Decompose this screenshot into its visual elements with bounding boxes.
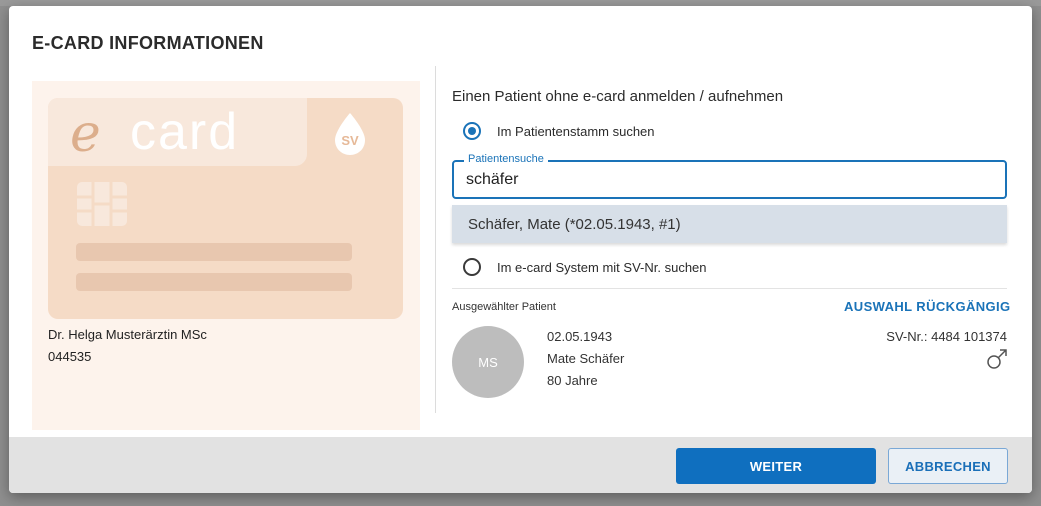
ecard-image: e card SV — [48, 98, 403, 319]
abbrechen-button[interactable]: ABBRECHEN — [888, 448, 1008, 484]
vertical-divider — [435, 66, 436, 413]
section-title: Einen Patient ohne e-card anmelden / auf… — [452, 88, 784, 105]
patient-age: 80 Jahre — [547, 373, 598, 388]
ecard-logo: e card — [48, 98, 307, 166]
horizontal-divider — [452, 288, 1007, 289]
patient-sv-number: SV-Nr.: 4484 101374 — [886, 329, 1007, 344]
svg-text:SV: SV — [341, 133, 359, 148]
radio-option-patientenstamm[interactable]: Im Patientenstamm suchen — [463, 122, 655, 140]
chip-icon — [77, 182, 127, 226]
male-icon — [987, 349, 1007, 369]
card-line-2 — [76, 273, 352, 291]
card-holder-name: Dr. Helga Musterärztin MSc — [48, 327, 207, 342]
radio-option-ecard-system[interactable]: Im e-card System mit SV-Nr. suchen — [463, 258, 707, 276]
selected-patient-label: Ausgewählter Patient — [452, 301, 556, 313]
patient-search-input[interactable] — [466, 171, 986, 189]
radio-label-patientenstamm: Im Patientenstamm suchen — [497, 123, 655, 139]
undo-selection-button[interactable]: AUSWAHL RÜCKGÄNGIG — [844, 299, 1011, 314]
card-holder-number: 044535 — [48, 349, 92, 364]
ecard-dialog: E-CARD INFORMATIONEN e card SV Dr. Helga… — [9, 6, 1032, 493]
patient-name: Mate Schäfer — [547, 351, 625, 366]
card-line-1 — [76, 243, 352, 261]
sv-logo-icon: SV — [335, 113, 365, 155]
patient-birthdate: 02.05.1943 — [547, 329, 613, 344]
ecard-panel: e card SV Dr. Helga Musterärztin MSc 044… — [32, 81, 420, 430]
search-suggestion-item[interactable]: Schäfer, Mate (*02.05.1943, #1) — [452, 205, 1007, 243]
radio-button-unchecked[interactable] — [463, 258, 481, 276]
dialog-footer: WEITER ABBRECHEN — [9, 437, 1032, 493]
ecard-logo-text: card — [130, 103, 240, 161]
ecard-logo-e: e — [70, 104, 101, 164]
search-field-label: Patientensuche — [464, 153, 548, 165]
patient-search-field[interactable]: Patientensuche — [452, 153, 1007, 199]
patient-avatar: MS — [452, 326, 524, 398]
radio-button-checked[interactable] — [463, 122, 481, 140]
dialog-title: E-CARD INFORMATIONEN — [32, 33, 264, 53]
radio-label-ecard-system: Im e-card System mit SV-Nr. suchen — [497, 259, 707, 275]
weiter-button[interactable]: WEITER — [676, 448, 876, 484]
